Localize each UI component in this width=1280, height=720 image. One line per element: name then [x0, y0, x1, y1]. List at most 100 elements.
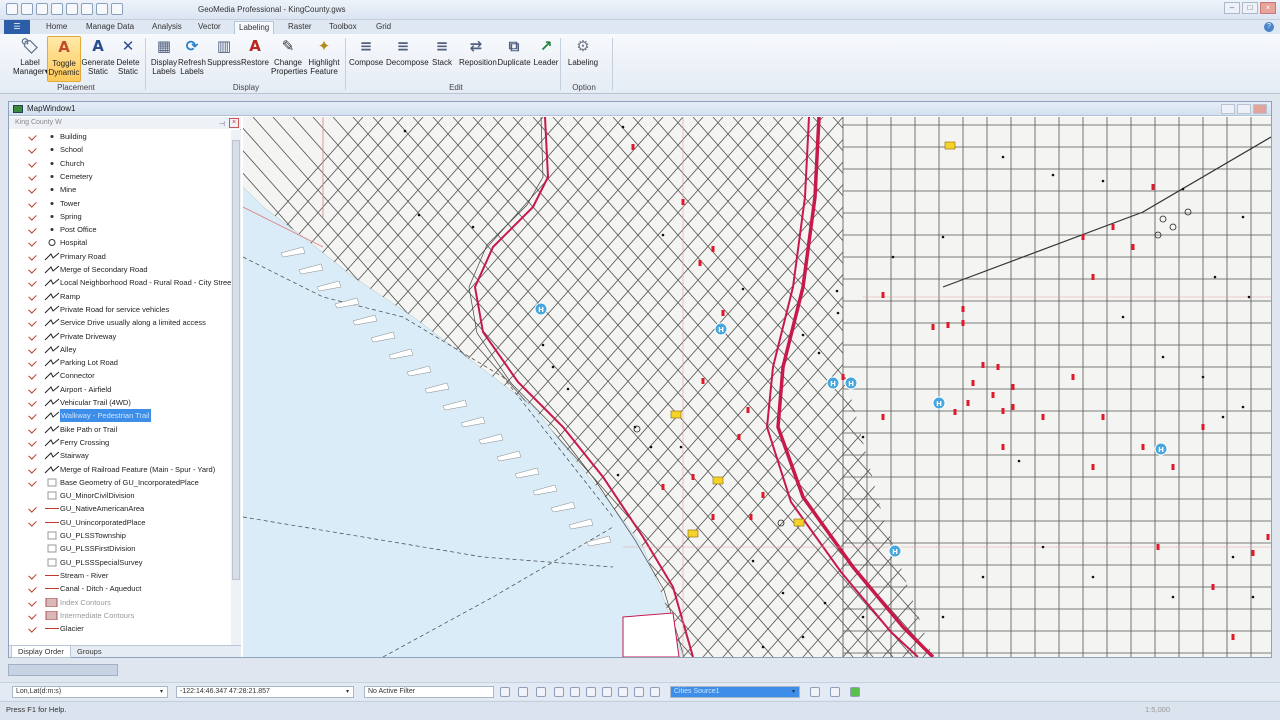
- coordinate-readout[interactable]: -122:14:46.347 47:28:21.857 ▾: [176, 686, 354, 698]
- visibility-checkbox[interactable]: [29, 212, 38, 221]
- legend-entry[interactable]: Building: [9, 130, 231, 143]
- legend-entry[interactable]: Airport - Airfield: [9, 383, 231, 396]
- grid-icon[interactable]: [570, 687, 580, 697]
- legend-entry[interactable]: Primary Road: [9, 250, 231, 263]
- visibility-checkbox[interactable]: [29, 252, 38, 261]
- map-graphic[interactable]: H H H H H H H: [243, 117, 1271, 657]
- legend-entry[interactable]: GU_PLSSTownship: [9, 529, 231, 542]
- minimize-icon[interactable]: –: [1224, 2, 1240, 14]
- legend-entry[interactable]: GU_MinorCivilDivision: [9, 489, 231, 502]
- search-feature-select[interactable]: Cities Source1 ▾: [670, 686, 800, 698]
- legend-close-icon[interactable]: ×: [229, 118, 239, 128]
- visibility-checkbox[interactable]: [29, 531, 38, 540]
- toggle-dynamic-button[interactable]: A Toggle Dynamic: [47, 36, 81, 82]
- visibility-checkbox[interactable]: [29, 305, 38, 314]
- visibility-checkbox[interactable]: [29, 318, 38, 327]
- visibility-checkbox[interactable]: [29, 491, 38, 500]
- legend-entry[interactable]: Connector: [9, 369, 231, 382]
- visibility-checkbox[interactable]: [29, 332, 38, 341]
- legend-entry[interactable]: Church: [9, 157, 231, 170]
- fit-icon[interactable]: [586, 687, 596, 697]
- mw-minimize-icon[interactable]: [1221, 104, 1235, 114]
- map-canvas[interactable]: H H H H H H H: [243, 117, 1271, 657]
- go-icon[interactable]: [850, 687, 860, 697]
- tab-vector[interactable]: Vector: [194, 21, 225, 34]
- visibility-checkbox[interactable]: [29, 598, 38, 607]
- visibility-checkbox[interactable]: [29, 438, 38, 447]
- visibility-checkbox[interactable]: [29, 398, 38, 407]
- legend-entry[interactable]: Stream - River: [9, 569, 231, 582]
- legend-entry[interactable]: Walkway - Pedestrian Trail: [9, 409, 231, 423]
- legend-entry[interactable]: Tower: [9, 197, 231, 210]
- tab-home[interactable]: Home: [42, 21, 71, 34]
- suppress-button[interactable]: ▥ Suppress: [207, 36, 241, 82]
- map-window-tab[interactable]: [8, 664, 118, 676]
- visibility-checkbox[interactable]: [29, 265, 38, 274]
- legend-entry[interactable]: Private Driveway: [9, 330, 231, 343]
- labeling-options-button[interactable]: ⚙ Labeling: [566, 36, 600, 82]
- change-properties-button[interactable]: ✎ Change Properties: [271, 36, 307, 82]
- legend-entry[interactable]: Ramp: [9, 290, 231, 303]
- legend-entry[interactable]: Mine: [9, 183, 231, 196]
- visibility-checkbox[interactable]: [29, 159, 38, 168]
- reposition-button[interactable]: ⇄ Reposition: [459, 36, 497, 82]
- coord-system-select[interactable]: Lon,Lat(d:m:s) ▾: [12, 686, 168, 698]
- visibility-checkbox[interactable]: [29, 145, 38, 154]
- delete-static-button[interactable]: ✕ Delete Static: [111, 36, 145, 82]
- legend-entry[interactable]: Spring: [9, 210, 231, 223]
- pan-icon[interactable]: [536, 687, 546, 697]
- visibility-checkbox[interactable]: [29, 478, 38, 487]
- lasso-icon[interactable]: [618, 687, 628, 697]
- close-icon[interactable]: ×: [1260, 2, 1276, 14]
- mw-restore-icon[interactable]: [1237, 104, 1251, 114]
- legend-entry[interactable]: Base Geometry of GU_IncorporatedPlace: [9, 476, 231, 489]
- legend-entry[interactable]: GU_NativeAmericanArea: [9, 502, 231, 515]
- legend-entry[interactable]: Canal - Ditch - Aqueduct: [9, 582, 231, 595]
- visibility-checkbox[interactable]: [29, 292, 38, 301]
- visibility-checkbox[interactable]: [29, 371, 38, 380]
- legend-scrollbar[interactable]: [231, 130, 241, 645]
- compose-button[interactable]: ≡ Compose: [349, 36, 383, 82]
- visibility-checkbox[interactable]: [29, 504, 38, 513]
- legend-entry[interactable]: Bike Path or Trail: [9, 423, 231, 436]
- zoom-icon[interactable]: [554, 687, 564, 697]
- duplicate-button[interactable]: ⧉ Duplicate: [497, 36, 531, 82]
- visibility-checkbox[interactable]: [29, 238, 38, 247]
- tab-display-order[interactable]: Display Order: [11, 646, 71, 658]
- visibility-checkbox[interactable]: [29, 624, 38, 633]
- tab-grid[interactable]: Grid: [372, 21, 395, 34]
- legend-entry[interactable]: Post Office: [9, 223, 231, 236]
- select-icon[interactable]: [518, 687, 528, 697]
- legend-entry[interactable]: Ferry Crossing: [9, 436, 231, 449]
- tab-analysis[interactable]: Analysis: [148, 21, 186, 34]
- restore-button[interactable]: A Restore: [238, 36, 272, 82]
- help-icon[interactable]: ?: [1264, 22, 1274, 32]
- legend-entry[interactable]: Stairway: [9, 449, 231, 462]
- visibility-checkbox[interactable]: [29, 518, 38, 527]
- legend-entry[interactable]: Local Neighborhood Road - Rural Road - C…: [9, 276, 231, 289]
- visibility-checkbox[interactable]: [29, 385, 38, 394]
- visibility-checkbox[interactable]: [29, 584, 38, 593]
- legend-entry[interactable]: Index Contours: [9, 596, 231, 609]
- legend-entry[interactable]: Hospital: [9, 236, 231, 249]
- file-menu-button[interactable]: ☰: [4, 20, 30, 34]
- visibility-checkbox[interactable]: [29, 172, 38, 181]
- tab-toolbox[interactable]: Toolbox: [325, 21, 361, 34]
- visibility-checkbox[interactable]: [29, 185, 38, 194]
- legend-entry[interactable]: Cemetery: [9, 170, 231, 183]
- visibility-checkbox[interactable]: [29, 132, 38, 141]
- highlight-feature-button[interactable]: ✦ Highlight Feature: [307, 36, 341, 82]
- find-icon[interactable]: [810, 687, 820, 697]
- visibility-checkbox[interactable]: [29, 451, 38, 460]
- leader-button[interactable]: ↗ Leader: [529, 36, 563, 82]
- filter-icon[interactable]: [500, 687, 510, 697]
- legend-entry[interactable]: GU_PLSSSpecialSurvey: [9, 556, 231, 569]
- mw-close-icon[interactable]: [1253, 104, 1267, 114]
- visibility-checkbox[interactable]: [29, 558, 38, 567]
- visibility-checkbox[interactable]: [29, 411, 38, 420]
- tab-groups[interactable]: Groups: [71, 646, 108, 658]
- stack-button[interactable]: ≡ Stack: [425, 36, 459, 82]
- legend-entry[interactable]: Private Road for service vehicles: [9, 303, 231, 316]
- legend-entry[interactable]: Merge of Secondary Road: [9, 263, 231, 276]
- scroll-thumb[interactable]: [232, 140, 240, 580]
